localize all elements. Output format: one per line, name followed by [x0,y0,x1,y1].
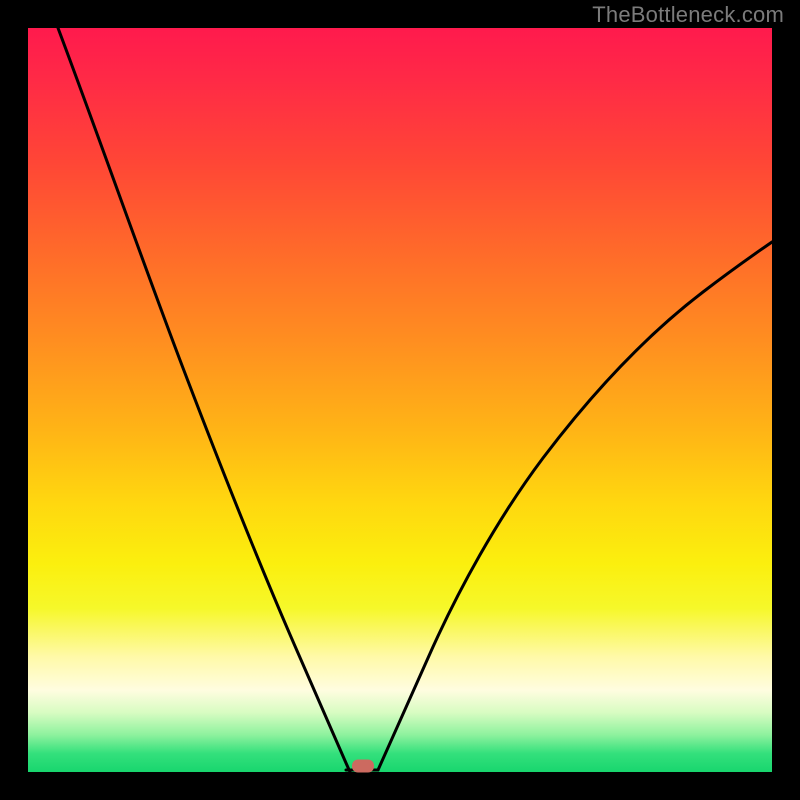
optimal-marker [352,760,374,773]
bottleneck-curve [28,28,772,772]
plot-area [28,28,772,772]
curve-left-branch [58,28,350,772]
curve-right-branch [378,242,772,770]
watermark-text: TheBottleneck.com [592,2,784,28]
chart-frame: TheBottleneck.com [0,0,800,800]
